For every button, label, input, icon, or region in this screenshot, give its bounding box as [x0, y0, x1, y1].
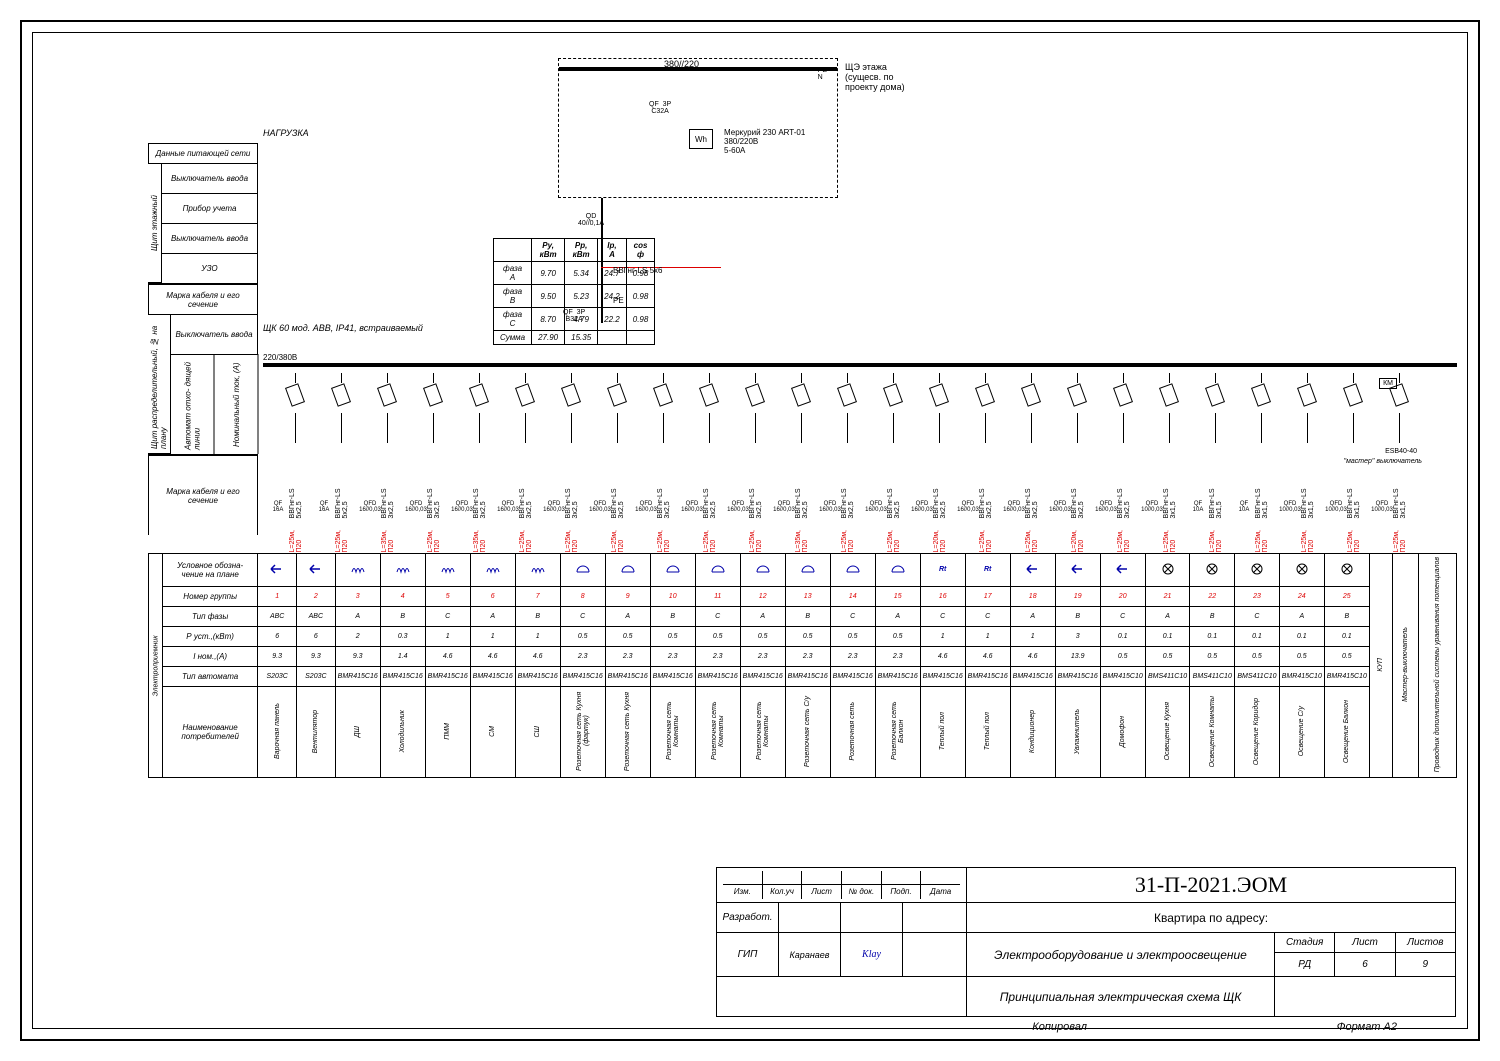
spec-column: Данные питающей сетиЩит этажныйВыключате…	[148, 143, 258, 535]
tb-title2: Принципиальная электрическая схема ЩК	[967, 977, 1275, 1016]
floor-panel-note: ЩЭ этажа (сущесв. по проекту дома)	[845, 63, 1500, 93]
tb-address: Квартира по адресу:	[967, 903, 1455, 932]
cable-row: ВВГнг-LS 5х2,5L=25м, П20ВВГнг-LS 5х2,5L=…	[273, 473, 1457, 553]
tb-sheet: 6	[1335, 953, 1395, 976]
tb-sheets: 9	[1396, 953, 1455, 976]
tb-title1: Электрооборудование и электроосвещение	[967, 933, 1275, 976]
cable-labels-area: ВВГнг-LS 5х2,5L=25м, П20ВВГнг-LS 5х2,5L=…	[263, 473, 1457, 553]
title-block: Изм.Кол.учЛист№ док.Подп.Дата 31-П-2021.…	[716, 867, 1456, 1017]
busbar	[263, 363, 1457, 367]
tb-signature: Klay	[841, 933, 903, 977]
meter-model: Меркурий 230 ART-01 380/220В 5-60А	[724, 129, 805, 155]
tb-dev: Разработ.	[717, 903, 779, 932]
drawing-code: 31-П-2021.ЭОМ	[967, 868, 1455, 902]
voltage-label: 220/380В	[263, 353, 297, 362]
qf-3p-top: QF 3P C32A	[649, 101, 671, 115]
tb-gip-name: Каранаев	[779, 933, 841, 977]
panel-name: ЩК 60 мод. АВВ, IP41, встраиваемый	[263, 323, 423, 333]
master-switch-label: "мастер" выключатель	[1344, 458, 1422, 465]
inner-frame: 380//220 PEN QF 3P C32A Wh Меркурий 230 …	[32, 32, 1468, 1029]
drawing-sheet: 380//220 PEN QF 3P C32A Wh Меркурий 230 …	[0, 0, 1500, 1061]
km-model: ESB40-40	[1385, 448, 1417, 455]
format-label: Формат А2	[1337, 1021, 1397, 1033]
meter-symbol: Wh	[689, 129, 713, 149]
load-block: НАГРУЗКА Ру, кВтРр, кВтIр, Аcos ффаза А9…	[263, 128, 309, 140]
circuit-data-table: ЭлектроприемникУсловное обозна- чение на…	[148, 553, 1457, 778]
km-contactor: КМ	[1379, 378, 1397, 389]
load-caption: НАГРУЗКА	[263, 128, 309, 138]
outer-frame: 380//220 PEN QF 3P C32A Wh Меркурий 230 …	[20, 20, 1480, 1041]
tb-stage: РД	[1275, 953, 1335, 976]
tb-gip: ГИП	[717, 933, 779, 977]
copied-label: Копировал	[1032, 1021, 1087, 1033]
floor-panel-box: 380//220 PEN QF 3P C32A Wh Меркурий 230 …	[558, 58, 838, 198]
